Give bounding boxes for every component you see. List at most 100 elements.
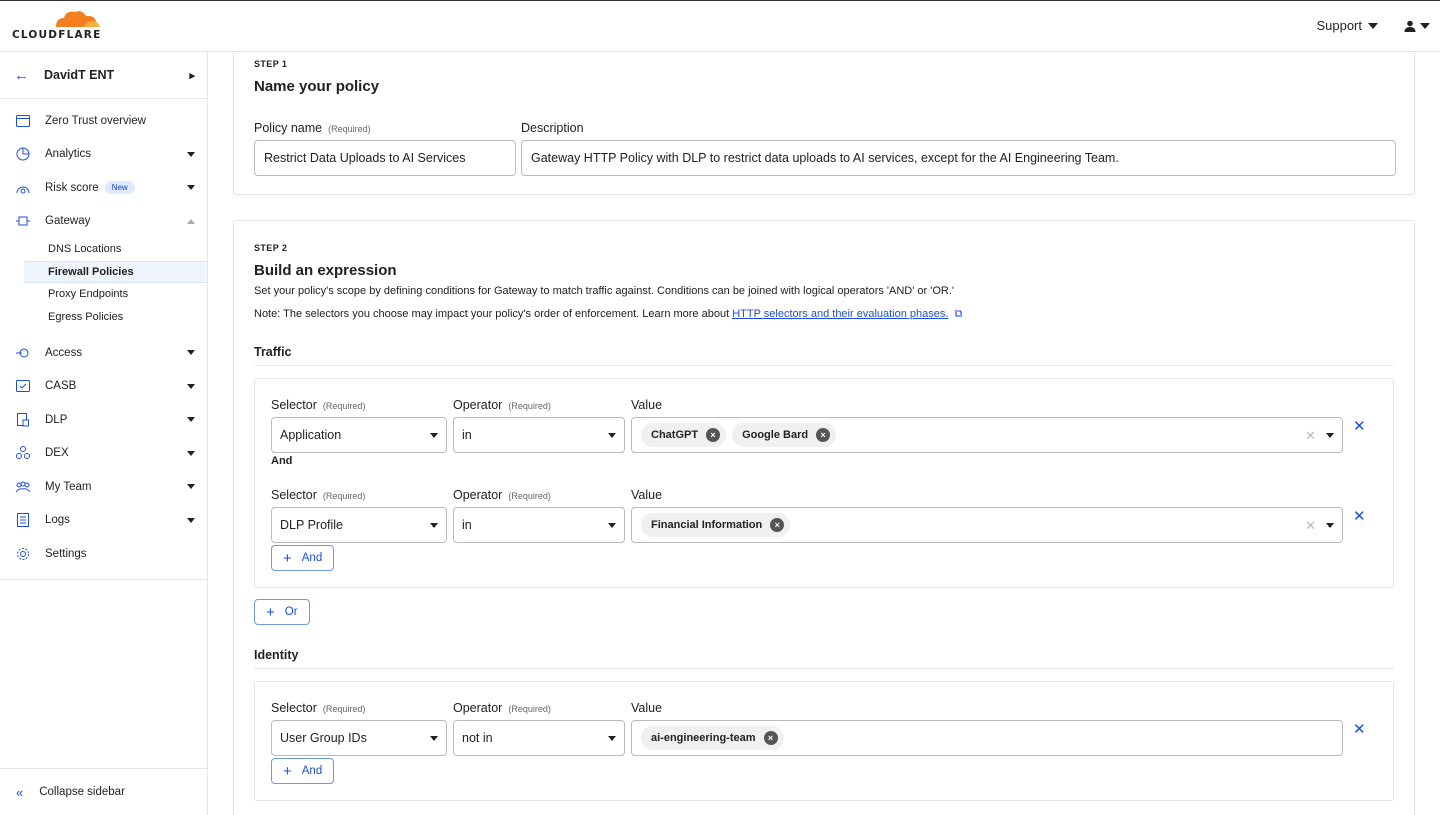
identity-section-title: Identity <box>254 648 299 662</box>
sidebar-subitem-dns-locations[interactable]: DNS Locations <box>0 238 207 261</box>
sidebar-item-risk-score[interactable]: Risk score New <box>0 171 207 205</box>
selector-dropdown[interactable]: DLP Profile <box>271 507 447 543</box>
support-label: Support <box>1316 18 1362 33</box>
chevron-down-icon <box>187 151 195 157</box>
remove-chip-icon[interactable]: × <box>816 428 831 442</box>
sidebar-item-logs[interactable]: Logs <box>0 504 207 538</box>
value-multiselect[interactable]: ChatGPT × Google Bard × ✕ <box>631 417 1343 453</box>
sidebar-item-casb[interactable]: CASB <box>0 370 207 404</box>
sidebar-item-dlp[interactable]: DLP <box>0 403 207 437</box>
sidebar-item-label: Analytics <box>45 148 92 161</box>
value-multiselect[interactable]: Financial Information × ✕ <box>631 507 1343 543</box>
operator-label: Operator (Required) <box>453 398 551 412</box>
chevron-down-icon <box>430 736 438 741</box>
operator-label: Operator (Required) <box>453 488 551 502</box>
selector-label: Selector (Required) <box>271 488 366 502</box>
value-label: Value <box>631 701 663 715</box>
sidebar-item-my-team[interactable]: My Team <box>0 470 207 504</box>
sidebar-item-label: Settings <box>45 547 87 560</box>
chevron-down-icon <box>187 185 195 191</box>
user-menu[interactable] <box>1404 20 1430 32</box>
plus-icon: + <box>283 549 292 567</box>
cloudflare-logo[interactable]: CLOUDFLARE <box>12 9 102 41</box>
step1-label: STEP 1 <box>254 59 288 69</box>
support-menu[interactable]: Support <box>1316 18 1378 33</box>
add-and-button[interactable]: + And <box>271 758 335 784</box>
chevron-down-icon <box>1326 523 1334 528</box>
identity-condition-group: Selector (Required) Operator (Required) Va… <box>254 681 1394 801</box>
cloud-icon <box>56 11 100 27</box>
account-switcher[interactable]: ← DavidT ENT ▸ <box>0 52 207 99</box>
chevron-down-icon <box>1420 22 1430 29</box>
identity-divider <box>254 668 1394 669</box>
external-link-icon: ⧉ <box>954 308 963 320</box>
value-chip: Google Bard × <box>732 423 837 447</box>
remove-condition-icon[interactable]: ✕ <box>1353 417 1366 435</box>
casb-icon <box>15 378 31 394</box>
sidebar-item-gateway[interactable]: Gateway <box>0 205 207 239</box>
sidebar-subitem-proxy-endpoints[interactable]: Proxy Endpoints <box>0 283 207 306</box>
logs-icon <box>15 512 31 528</box>
gear-icon <box>15 546 31 562</box>
clear-icon[interactable]: ✕ <box>1305 518 1316 534</box>
value-label: Value <box>631 398 663 412</box>
chevron-down-icon <box>608 736 616 741</box>
remove-condition-icon[interactable]: ✕ <box>1353 720 1366 738</box>
back-arrow-icon[interactable]: ← <box>14 67 30 84</box>
dex-icon <box>15 445 31 461</box>
selector-label: Selector (Required) <box>271 701 366 715</box>
collapse-sidebar-button[interactable]: « Collapse sidebar <box>0 768 207 815</box>
http-selectors-link[interactable]: HTTP selectors and their evaluation phas… <box>732 308 948 320</box>
logo-text: CLOUDFLARE <box>12 29 102 41</box>
value-multiselect[interactable]: ai-engineering-team × <box>631 720 1343 756</box>
overview-icon <box>15 113 31 129</box>
step2-note: Note: The selectors you choose may impac… <box>254 308 963 320</box>
sidebar-subitem-egress-policies[interactable]: Egress Policies <box>0 306 207 329</box>
value-chip: ChatGPT × <box>641 423 727 447</box>
sidebar-item-settings[interactable]: Settings <box>0 537 207 571</box>
team-icon <box>15 479 31 495</box>
chevron-down-icon <box>187 517 195 523</box>
plus-icon: + <box>283 762 292 780</box>
chevron-up-icon <box>187 218 195 224</box>
operator-dropdown[interactable]: not in <box>453 720 625 756</box>
chevron-down-icon <box>430 523 438 528</box>
sidebar-item-zero-trust-overview[interactable]: Zero Trust overview <box>0 104 207 138</box>
sidebar-item-access[interactable]: Access <box>0 336 207 370</box>
and-joiner: And <box>271 455 293 467</box>
dlp-icon <box>15 412 31 428</box>
policy-name-label: Policy name (Required) <box>254 121 371 135</box>
traffic-condition-group: Selector (Required) Operator (Required) Va… <box>254 378 1394 588</box>
remove-chip-icon[interactable]: × <box>706 428 721 442</box>
remove-chip-icon[interactable]: × <box>770 518 785 532</box>
add-or-button[interactable]: + Or <box>254 599 310 625</box>
selector-dropdown[interactable]: Application <box>271 417 447 453</box>
remove-condition-icon[interactable]: ✕ <box>1353 507 1366 525</box>
sidebar-item-label: DLP <box>45 413 68 426</box>
sidebar-item-analytics[interactable]: Analytics <box>0 138 207 172</box>
selector-dropdown[interactable]: User Group IDs <box>271 720 447 756</box>
sidebar-subitem-firewall-policies[interactable]: Firewall Policies <box>24 260 207 283</box>
policy-name-input[interactable]: Restrict Data Uploads to AI Services <box>254 140 516 176</box>
step2-description: Set your policy's scope by defining cond… <box>254 285 954 297</box>
traffic-section-title: Traffic <box>254 345 292 359</box>
sidebar-item-dex[interactable]: DEX <box>0 437 207 471</box>
sidebar-item-label: Risk score <box>45 181 99 194</box>
chevron-down-icon <box>187 383 195 389</box>
add-and-button[interactable]: + And <box>271 545 335 571</box>
chevron-down-icon <box>187 350 195 356</box>
step2-card: STEP 2 Build an expression Set your poli… <box>233 220 1415 815</box>
clear-icon[interactable]: ✕ <box>1305 428 1316 444</box>
chevron-down-icon <box>1368 22 1378 29</box>
sidebar-divider <box>0 578 207 580</box>
chevron-down-icon <box>187 417 195 423</box>
operator-label: Operator (Required) <box>453 701 551 715</box>
plus-icon: + <box>266 603 275 621</box>
description-input[interactable]: Gateway HTTP Policy with DLP to restrict… <box>521 140 1396 176</box>
operator-dropdown[interactable]: in <box>453 417 625 453</box>
chevron-down-icon <box>187 484 195 490</box>
remove-chip-icon[interactable]: × <box>763 731 778 745</box>
sidebar-nav: Zero Trust overview Analytics Risk score… <box>0 99 207 580</box>
value-chip: ai-engineering-team × <box>641 726 784 750</box>
operator-dropdown[interactable]: in <box>453 507 625 543</box>
